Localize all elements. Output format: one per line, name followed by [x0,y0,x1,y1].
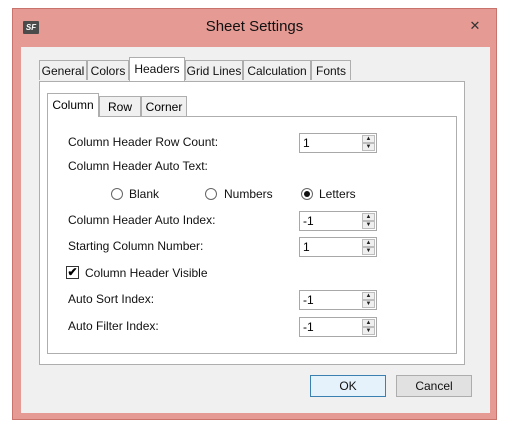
auto-filter-label: Auto Filter Index: [68,319,159,333]
spin-down-icon[interactable]: ▼ [362,300,375,308]
auto-index-spinner[interactable]: -1 ▲ ▼ [299,211,377,231]
dialog-client-area: General Colors Headers Grid Lines Calcul… [21,47,490,413]
starting-number-label: Starting Column Number: [68,239,204,253]
subtab-column[interactable]: Column [47,93,99,117]
row-count-label: Column Header Row Count: [68,135,219,149]
auto-sort-value: -1 [303,293,314,307]
auto-index-label: Column Header Auto Index: [68,213,216,227]
window-title: Sheet Settings [205,18,304,35]
tab-fonts[interactable]: Fonts [311,60,351,80]
spin-up-icon[interactable]: ▲ [362,135,375,143]
close-button[interactable]: ✕ [464,17,486,35]
tab-general[interactable]: General [39,60,87,80]
spin-up-icon[interactable]: ▲ [362,213,375,221]
tab-colors[interactable]: Colors [87,60,129,80]
numbers-radio-label: Numbers [224,187,273,201]
auto-text-label: Column Header Auto Text: [68,159,208,173]
row-count-value: 1 [303,136,310,150]
auto-sort-spinner[interactable]: -1 ▲ ▼ [299,290,377,310]
auto-index-value: -1 [303,214,314,228]
spin-down-icon[interactable]: ▼ [362,221,375,229]
spin-down-icon[interactable]: ▼ [362,327,375,335]
blank-radio-label: Blank [129,187,160,201]
auto-sort-label: Auto Sort Index: [68,292,155,306]
auto-filter-value: -1 [303,320,314,334]
ok-button[interactable]: OK [310,375,386,397]
subtab-corner[interactable]: Corner [141,96,187,116]
subtab-row[interactable]: Row [99,96,141,116]
header-visible-label: Column Header Visible [85,266,208,280]
spin-down-icon[interactable]: ▼ [362,143,375,151]
starting-number-value: 1 [303,240,310,254]
spin-up-icon[interactable]: ▲ [362,292,375,300]
blank-radio[interactable] [111,188,123,200]
title-bar: SF Sheet Settings ✕ [13,9,496,47]
tab-grid-lines[interactable]: Grid Lines [185,60,243,80]
letters-radio-label: Letters [319,187,356,201]
row-count-spinner[interactable]: 1 ▲ ▼ [299,133,377,153]
tab-calculation[interactable]: Calculation [243,60,311,80]
numbers-radio[interactable] [205,188,217,200]
starting-number-spinner[interactable]: 1 ▲ ▼ [299,237,377,257]
tab-headers[interactable]: Headers [129,57,185,81]
letters-radio[interactable] [301,188,313,200]
spin-down-icon[interactable]: ▼ [362,247,375,255]
column-subtab-page: Column Header Row Count: 1 ▲ ▼ Column Hea… [47,116,457,354]
header-visible-checkbox[interactable]: ✔ [66,266,79,279]
spin-up-icon[interactable]: ▲ [362,319,375,327]
cancel-button[interactable]: Cancel [396,375,472,397]
sheet-settings-dialog: SF Sheet Settings ✕ General Colors Heade… [12,8,497,420]
auto-filter-spinner[interactable]: -1 ▲ ▼ [299,317,377,337]
spin-up-icon[interactable]: ▲ [362,239,375,247]
